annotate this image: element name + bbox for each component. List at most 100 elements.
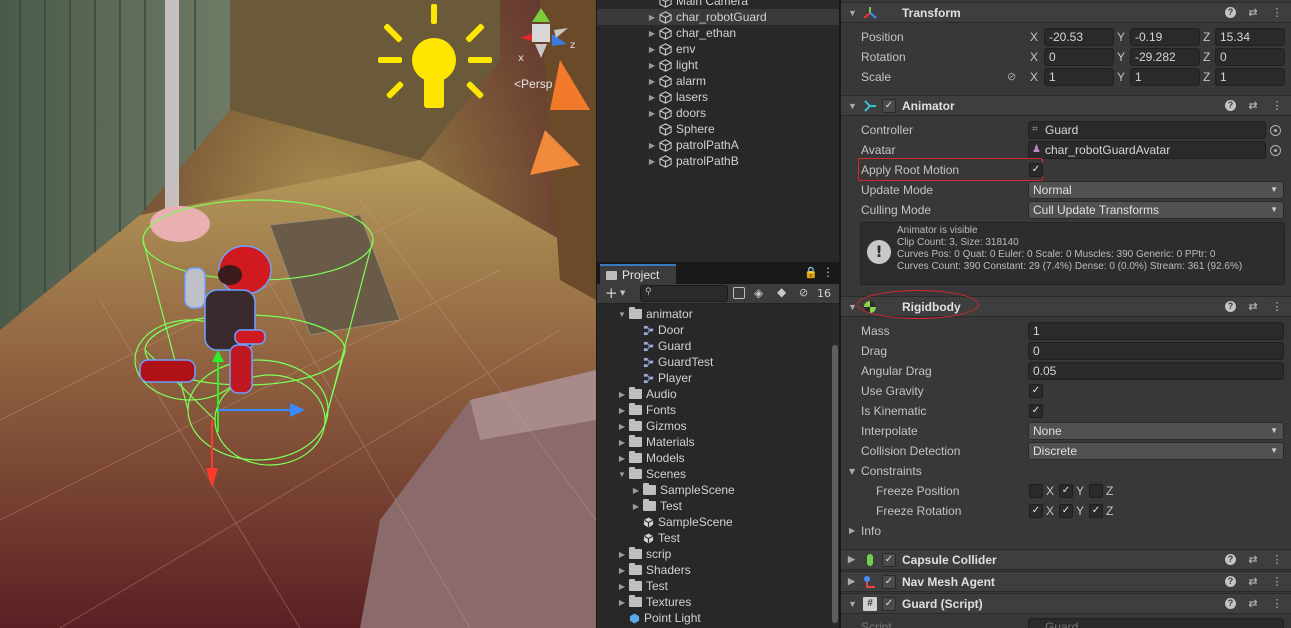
fold-arrow-icon[interactable]: ▼ bbox=[848, 599, 857, 609]
hierarchy-item[interactable]: ▶ light bbox=[597, 57, 839, 73]
project-item[interactable]: Guard bbox=[597, 338, 829, 354]
expand-arrow-icon[interactable]: ▶ bbox=[617, 566, 627, 575]
hierarchy-item[interactable]: ▶ patrolPathA bbox=[597, 137, 839, 153]
expand-arrow-icon[interactable]: ▶ bbox=[647, 61, 657, 70]
kebab-menu-icon[interactable]: ⋮ bbox=[1270, 597, 1284, 610]
hierarchy-item[interactable]: ▶ char_ethan bbox=[597, 25, 839, 41]
kebab-menu-icon[interactable]: ⋮ bbox=[822, 265, 834, 279]
drag-field[interactable]: 0 bbox=[1028, 342, 1284, 360]
fold-arrow-icon[interactable]: ▶ bbox=[848, 554, 855, 565]
is-kinematic-checkbox[interactable]: ✓ bbox=[1029, 404, 1043, 418]
expand-arrow-icon[interactable]: ▶ bbox=[631, 486, 641, 495]
kebab-menu-icon[interactable]: ⋮ bbox=[1270, 575, 1284, 588]
kebab-menu-icon[interactable]: ⋮ bbox=[1270, 6, 1284, 19]
angular-drag-field[interactable]: 0.05 bbox=[1028, 362, 1284, 380]
hierarchy-item[interactable]: ▶ patrolPathB bbox=[597, 153, 839, 169]
freeze-rotation-z-checkbox[interactable]: ✓ bbox=[1089, 504, 1103, 518]
freeze-rotation-x-checkbox[interactable]: ✓ bbox=[1029, 504, 1043, 518]
help-icon[interactable]: ? bbox=[1225, 554, 1236, 565]
guard-script-header[interactable]: ▼ # ✓ Guard (Script) ? ⇄ ⋮ bbox=[841, 593, 1291, 614]
project-item[interactable]: ▶ scrip bbox=[597, 546, 829, 562]
expand-arrow-icon[interactable]: ▶ bbox=[617, 582, 627, 591]
project-item[interactable]: ▶ Test bbox=[597, 578, 829, 594]
project-item[interactable]: ▶ SampleScene bbox=[597, 482, 829, 498]
guard-script-enabled-checkbox[interactable]: ✓ bbox=[882, 597, 896, 611]
filter-type-icon[interactable] bbox=[733, 287, 745, 299]
position-x-field[interactable]: -20.53 bbox=[1044, 28, 1114, 46]
expand-arrow-icon[interactable]: ▶ bbox=[647, 93, 657, 102]
animator-enabled-checkbox[interactable]: ✓ bbox=[882, 99, 896, 113]
info-fold-icon[interactable]: ▶ bbox=[849, 526, 855, 535]
avatar-field[interactable]: ♟ char_robotGuardAvatar bbox=[1028, 141, 1266, 159]
project-item[interactable]: ▶ Textures bbox=[597, 594, 829, 610]
kebab-menu-icon[interactable]: ⋮ bbox=[1270, 300, 1284, 313]
collision-detection-dropdown[interactable]: Discrete ▼ bbox=[1028, 442, 1284, 460]
expand-arrow-icon[interactable]: ▶ bbox=[617, 390, 627, 399]
constraints-fold-icon[interactable]: ▼ bbox=[849, 467, 855, 476]
expand-arrow-icon[interactable]: ▶ bbox=[617, 422, 627, 431]
scale-y-field[interactable]: 1 bbox=[1130, 68, 1200, 86]
info-label[interactable]: Info bbox=[861, 522, 881, 540]
project-search-input[interactable]: ⚲ bbox=[640, 285, 728, 302]
rotation-z-field[interactable]: 0 bbox=[1215, 48, 1285, 66]
nav-mesh-agent-header[interactable]: ▶ ✓ Nav Mesh Agent ? ⇄ ⋮ bbox=[841, 571, 1291, 592]
project-item[interactable]: Player bbox=[597, 370, 829, 386]
project-item[interactable]: ▶ Gizmos bbox=[597, 418, 829, 434]
interpolate-dropdown[interactable]: None ▼ bbox=[1028, 422, 1284, 440]
scale-x-field[interactable]: 1 bbox=[1044, 68, 1114, 86]
help-icon[interactable]: ? bbox=[1225, 576, 1236, 587]
rotation-x-field[interactable]: 0 bbox=[1044, 48, 1114, 66]
mass-field[interactable]: 1 bbox=[1028, 322, 1284, 340]
expand-arrow-icon[interactable]: ▶ bbox=[647, 77, 657, 86]
tag-icon[interactable]: ◆ bbox=[777, 285, 786, 299]
expand-arrow-icon[interactable]: ▶ bbox=[617, 454, 627, 463]
nav-mesh-agent-enabled-checkbox[interactable]: ✓ bbox=[882, 575, 896, 589]
scale-z-field[interactable]: 1 bbox=[1215, 68, 1285, 86]
help-icon[interactable]: ? bbox=[1225, 301, 1236, 312]
freeze-position-x-checkbox[interactable] bbox=[1029, 484, 1043, 498]
fold-arrow-icon[interactable]: ▼ bbox=[848, 8, 857, 18]
rotation-y-field[interactable]: -29.282 bbox=[1130, 48, 1200, 66]
expand-arrow-icon[interactable]: ▶ bbox=[647, 13, 657, 22]
preset-icon[interactable]: ⇄ bbox=[1246, 575, 1260, 588]
expand-arrow-icon[interactable]: ▼ bbox=[617, 470, 627, 479]
expand-arrow-icon[interactable]: ▶ bbox=[647, 141, 657, 150]
position-z-field[interactable]: 15.34 bbox=[1215, 28, 1285, 46]
project-item[interactable]: ▶ Audio bbox=[597, 386, 829, 402]
preset-icon[interactable]: ⇄ bbox=[1246, 597, 1260, 610]
project-item[interactable]: ▶ Shaders bbox=[597, 562, 829, 578]
expand-arrow-icon[interactable]: ▶ bbox=[617, 406, 627, 415]
project-item[interactable]: ▼ animator bbox=[597, 306, 829, 322]
capsule-collider-header[interactable]: ▶ ✓ Capsule Collider ? ⇄ ⋮ bbox=[841, 549, 1291, 570]
project-item[interactable]: Point Light bbox=[597, 610, 829, 626]
help-icon[interactable]: ? bbox=[1225, 100, 1236, 111]
avatar-picker-icon[interactable] bbox=[1270, 145, 1281, 156]
help-icon[interactable]: ? bbox=[1225, 7, 1236, 18]
project-item[interactable]: ▶ Test bbox=[597, 498, 829, 514]
project-item[interactable]: SampleScene bbox=[597, 514, 829, 530]
project-item[interactable]: ▶ Materials bbox=[597, 434, 829, 450]
fold-arrow-icon[interactable]: ▼ bbox=[848, 101, 857, 111]
constrain-proportions-icon[interactable]: ⊘ bbox=[1007, 70, 1016, 83]
hierarchy-item[interactable]: ▶ char_robotGuard bbox=[597, 9, 839, 25]
project-scrollbar-thumb[interactable] bbox=[832, 345, 838, 623]
expand-arrow-icon[interactable]: ▶ bbox=[631, 502, 641, 511]
update-mode-dropdown[interactable]: Normal ▼ bbox=[1028, 181, 1284, 199]
apply-root-motion-checkbox[interactable]: ✓ bbox=[1029, 163, 1043, 177]
hidden-packages-icon[interactable]: ⊘ bbox=[799, 286, 808, 299]
expand-arrow-icon[interactable]: ▶ bbox=[617, 598, 627, 607]
transform-header[interactable]: ▼ Transform ? ⇄ ⋮ bbox=[841, 2, 1291, 23]
expand-arrow-icon[interactable]: ▶ bbox=[647, 157, 657, 166]
project-item[interactable]: Test bbox=[597, 530, 829, 546]
preset-icon[interactable]: ⇄ bbox=[1246, 553, 1260, 566]
expand-arrow-icon[interactable]: ▶ bbox=[647, 29, 657, 38]
culling-mode-dropdown[interactable]: Cull Update Transforms ▼ bbox=[1028, 201, 1284, 219]
preset-icon[interactable]: ⇄ bbox=[1246, 6, 1260, 19]
fold-arrow-icon[interactable]: ▼ bbox=[848, 302, 857, 312]
hierarchy-item[interactable]: ▶ lasers bbox=[597, 89, 839, 105]
project-item[interactable]: ▶ Fonts bbox=[597, 402, 829, 418]
preset-icon[interactable]: ⇄ bbox=[1246, 99, 1260, 112]
expand-arrow-icon[interactable]: ▼ bbox=[617, 310, 627, 319]
lock-icon[interactable]: 🔒 bbox=[804, 266, 818, 279]
capsule-collider-enabled-checkbox[interactable]: ✓ bbox=[882, 553, 896, 567]
